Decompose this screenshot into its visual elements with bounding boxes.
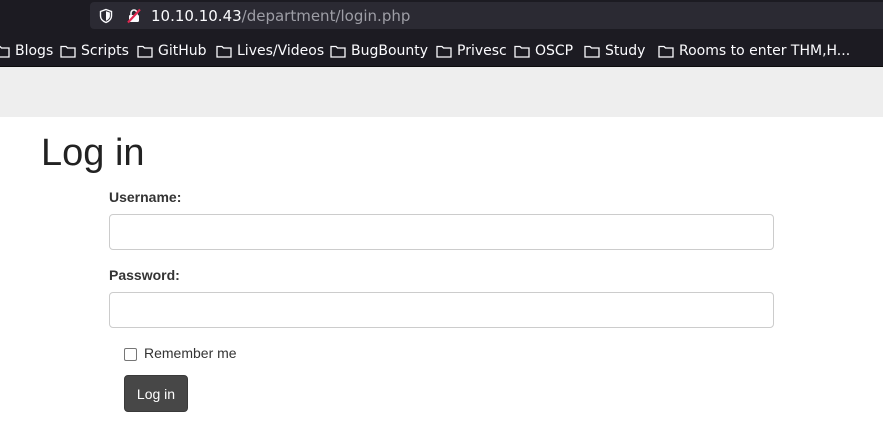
bookmark-lives-videos[interactable]: Lives/Videos: [216, 42, 324, 60]
bookmark-label: Rooms to enter THM,H...: [679, 43, 851, 59]
bookmark-label: Blogs: [15, 43, 54, 59]
folder-icon: [216, 45, 232, 58]
folder-icon: [514, 45, 530, 58]
url-text[interactable]: 10.10.10.43/department/login.php: [151, 7, 410, 25]
folder-icon: [137, 45, 153, 58]
bookmark-bugbounty[interactable]: BugBounty: [330, 42, 428, 60]
bookmark-label: GitHub: [158, 43, 207, 59]
insecure-lock-icon[interactable]: [126, 8, 142, 24]
url-path: /department/login.php: [241, 7, 411, 25]
remember-me-checkbox[interactable]: [124, 348, 137, 361]
shield-icon[interactable]: [98, 8, 114, 24]
password-label: Password:: [109, 267, 180, 283]
folder-icon: [658, 45, 674, 58]
bookmark-label: Study: [605, 43, 646, 59]
username-label: Username:: [109, 189, 182, 205]
bookmark-label: Privesc: [457, 43, 507, 59]
bookmark-label: Lives/Videos: [237, 43, 325, 59]
password-input[interactable]: [109, 292, 774, 328]
page-title: Log in: [41, 132, 145, 174]
bookmark-scripts[interactable]: Scripts: [60, 42, 129, 60]
username-input[interactable]: [109, 214, 774, 250]
browser-chrome: 10.10.10.43/department/login.php Blogs S…: [0, 0, 883, 67]
bookmarks-toolbar: Blogs Scripts GitHub Lives/Videos BugBou…: [0, 36, 883, 64]
folder-icon: [436, 45, 452, 58]
folder-icon: [0, 45, 10, 58]
folder-icon: [330, 45, 346, 58]
bookmark-oscp[interactable]: OSCP: [514, 42, 573, 60]
bookmark-github[interactable]: GitHub: [137, 42, 207, 60]
bookmark-rooms[interactable]: Rooms to enter THM,H...: [658, 42, 850, 60]
bookmark-label: BugBounty: [351, 43, 429, 59]
login-button[interactable]: Log in: [124, 375, 188, 412]
folder-icon: [60, 45, 76, 58]
url-host: 10.10.10.43: [151, 7, 242, 25]
bookmark-label: OSCP: [535, 43, 574, 59]
bookmark-blogs[interactable]: Blogs: [0, 42, 53, 60]
address-bar[interactable]: 10.10.10.43/department/login.php: [90, 2, 883, 29]
folder-icon: [584, 45, 600, 58]
remember-me-label: Remember me: [144, 345, 237, 361]
bookmark-privesc[interactable]: Privesc: [436, 42, 507, 60]
bookmark-label: Scripts: [81, 43, 129, 59]
site-navbar: [0, 67, 883, 117]
bookmark-study[interactable]: Study: [584, 42, 645, 60]
remember-me[interactable]: Remember me: [124, 345, 237, 361]
